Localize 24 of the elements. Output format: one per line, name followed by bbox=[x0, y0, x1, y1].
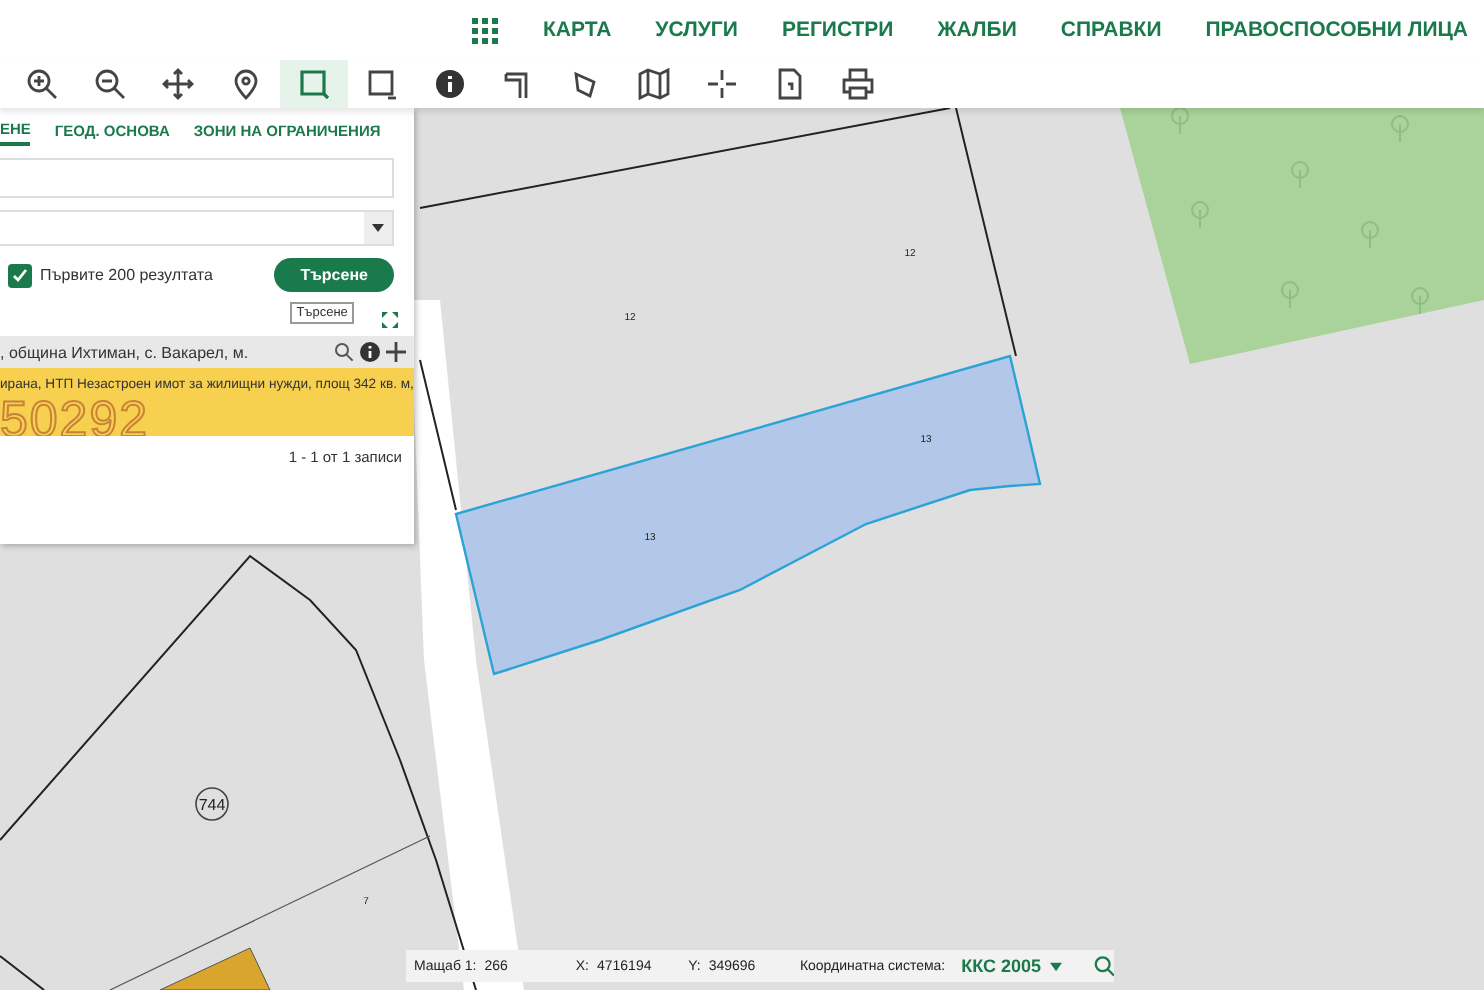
dropdown-field[interactable] bbox=[0, 210, 394, 246]
caret-icon[interactable] bbox=[1049, 961, 1062, 971]
apps-grid-icon[interactable] bbox=[472, 17, 499, 43]
nav-link[interactable]: РЕГИСТРИ bbox=[781, 18, 894, 42]
building bbox=[159, 947, 271, 990]
result-title[interactable]: , община Ихтиман, с. Вакарел, м. bbox=[0, 343, 249, 361]
nav-link[interactable]: КАРТА bbox=[542, 18, 612, 42]
select-tool-icon[interactable] bbox=[280, 60, 348, 108]
checkbox[interactable] bbox=[8, 263, 32, 287]
nav-link[interactable]: УСЛУГИ bbox=[655, 18, 738, 42]
search-icon[interactable] bbox=[334, 342, 354, 362]
nav-link[interactable]: ЖАЛБИ bbox=[937, 18, 1017, 42]
crs-dropdown[interactable]: ККС 2005 bbox=[961, 956, 1042, 976]
checkbox-label: Първите 200 резултата bbox=[40, 266, 213, 284]
parcel-number: 744 bbox=[195, 787, 229, 821]
expand-icon[interactable] bbox=[382, 312, 398, 328]
parcel-number-overlay: 50292 bbox=[0, 396, 150, 436]
search-field[interactable] bbox=[0, 158, 394, 198]
nav-link[interactable]: СПРАВКИ bbox=[1060, 18, 1162, 42]
search-icon[interactable] bbox=[1093, 954, 1114, 978]
nav-link[interactable]: ПРАВОСПОСОБНИ ЛИЦА bbox=[1205, 18, 1468, 42]
add-icon[interactable] bbox=[386, 342, 406, 362]
info-icon[interactable] bbox=[360, 342, 380, 362]
caret-icon[interactable] bbox=[372, 224, 384, 232]
